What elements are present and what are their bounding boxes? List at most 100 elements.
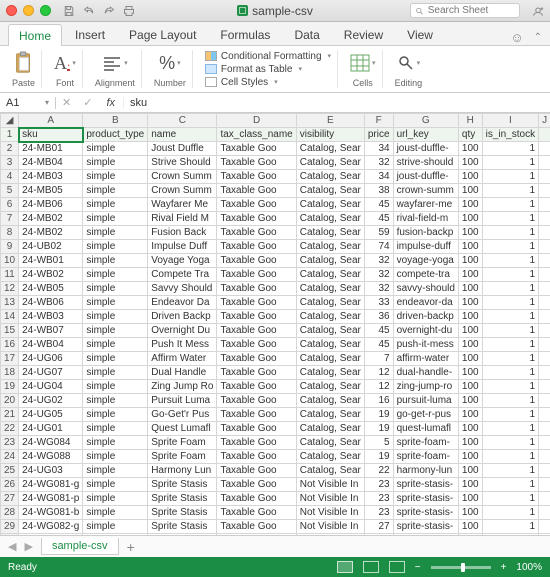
cell[interactable]: sprite-stasis- xyxy=(393,478,458,492)
cell[interactable]: Sprite Stasis xyxy=(148,492,217,506)
cell[interactable]: Not Visible In xyxy=(296,492,364,506)
row-header[interactable]: 17 xyxy=(1,352,19,366)
row-header[interactable]: 24 xyxy=(1,450,19,464)
cell[interactable]: strive-should xyxy=(393,156,458,170)
cell[interactable] xyxy=(539,422,550,436)
cell[interactable]: simple xyxy=(83,352,148,366)
format-as-table-button[interactable]: Format as Table▾ xyxy=(205,64,331,75)
cell[interactable]: Taxable Goo xyxy=(217,156,296,170)
cell[interactable]: 1 xyxy=(482,184,538,198)
cell[interactable]: Taxable Goo xyxy=(217,212,296,226)
page-break-view-icon[interactable] xyxy=(389,561,405,573)
cell[interactable] xyxy=(539,240,550,254)
column-header-F[interactable]: F xyxy=(364,114,393,128)
cell-styles-button[interactable]: Cell Styles▾ xyxy=(205,77,331,88)
row-header[interactable]: 10 xyxy=(1,254,19,268)
cell[interactable]: Not Visible In xyxy=(296,534,364,536)
cell[interactable]: 32 xyxy=(364,156,393,170)
cell[interactable]: 24-MB05 xyxy=(19,184,83,198)
cell[interactable]: 100 xyxy=(458,212,482,226)
cell[interactable]: Catalog, Sear xyxy=(296,310,364,324)
sheet-tab[interactable]: sample-csv xyxy=(41,538,119,555)
cell[interactable]: Rival Field M xyxy=(148,212,217,226)
cell[interactable]: wayfarer-me xyxy=(393,198,458,212)
save-icon[interactable] xyxy=(63,5,75,17)
cell[interactable]: 24-MB02 xyxy=(19,212,83,226)
cell[interactable]: Taxable Goo xyxy=(217,408,296,422)
cell[interactable]: Push It Mess xyxy=(148,338,217,352)
cell[interactable]: product_type xyxy=(83,128,148,142)
cell[interactable]: 100 xyxy=(458,492,482,506)
cell[interactable]: Taxable Goo xyxy=(217,352,296,366)
zoom-out-button[interactable]: − xyxy=(415,562,421,573)
cell[interactable]: 32 xyxy=(364,282,393,296)
cell[interactable]: 100 xyxy=(458,282,482,296)
cell[interactable]: 100 xyxy=(458,142,482,156)
cell[interactable]: overnight-du xyxy=(393,324,458,338)
cell[interactable]: 1 xyxy=(482,534,538,536)
cell[interactable]: simple xyxy=(83,338,148,352)
cell[interactable]: Taxable Goo xyxy=(217,282,296,296)
tab-data[interactable]: Data xyxy=(283,23,330,45)
cell[interactable]: Taxable Goo xyxy=(217,338,296,352)
cell[interactable]: 16 xyxy=(364,394,393,408)
cell[interactable]: simple xyxy=(83,380,148,394)
row-header[interactable]: 30 xyxy=(1,534,19,536)
cell[interactable]: simple xyxy=(83,478,148,492)
cell[interactable]: 24-UG07 xyxy=(19,366,83,380)
cell[interactable]: 1 xyxy=(482,254,538,268)
cell[interactable]: Joust Duffle xyxy=(148,142,217,156)
row-header[interactable]: 4 xyxy=(1,170,19,184)
row-header[interactable]: 3 xyxy=(1,156,19,170)
cell[interactable]: 1 xyxy=(482,506,538,520)
cell[interactable]: sprite-stasis- xyxy=(393,534,458,536)
cell[interactable]: fusion-backp xyxy=(393,226,458,240)
cell[interactable]: 1 xyxy=(482,478,538,492)
cell[interactable]: Catalog, Sear xyxy=(296,380,364,394)
cell[interactable]: harmony-lun xyxy=(393,464,458,478)
cell[interactable] xyxy=(539,394,550,408)
cell[interactable]: Catalog, Sear xyxy=(296,436,364,450)
cell[interactable]: 1 xyxy=(482,520,538,534)
cell[interactable]: 24-UG02 xyxy=(19,394,83,408)
cell[interactable]: 24-WG082-g xyxy=(19,520,83,534)
cell[interactable]: Wayfarer Me xyxy=(148,198,217,212)
cell[interactable]: Taxable Goo xyxy=(217,296,296,310)
cell[interactable]: simple xyxy=(83,142,148,156)
cell[interactable]: 24-UG04 xyxy=(19,380,83,394)
cell[interactable]: 1 xyxy=(482,198,538,212)
cell[interactable]: Quest Lumafl xyxy=(148,422,217,436)
zoom-in-button[interactable]: + xyxy=(501,562,507,573)
cell[interactable]: 100 xyxy=(458,394,482,408)
cell[interactable]: Taxable Goo xyxy=(217,436,296,450)
cell[interactable]: 7 xyxy=(364,352,393,366)
cell[interactable]: endeavor-da xyxy=(393,296,458,310)
cell[interactable]: simple xyxy=(83,156,148,170)
cell[interactable]: simple xyxy=(83,184,148,198)
cell[interactable]: 24-UG01 xyxy=(19,422,83,436)
cell[interactable]: 24-WG081-g xyxy=(19,478,83,492)
undo-icon[interactable] xyxy=(83,5,95,17)
cell[interactable]: Catalog, Sear xyxy=(296,254,364,268)
cell[interactable]: joust-duffle- xyxy=(393,142,458,156)
cell[interactable]: 24-WB03 xyxy=(19,310,83,324)
cell[interactable] xyxy=(539,324,550,338)
cell[interactable] xyxy=(539,184,550,198)
cell[interactable]: sprite-stasis- xyxy=(393,506,458,520)
cell[interactable]: Catalog, Sear xyxy=(296,184,364,198)
cell[interactable]: 45 xyxy=(364,324,393,338)
cell[interactable]: Compete Tra xyxy=(148,268,217,282)
cell[interactable]: 1 xyxy=(482,408,538,422)
cell[interactable]: 1 xyxy=(482,492,538,506)
column-header-C[interactable]: C xyxy=(148,114,217,128)
cell[interactable]: Catalog, Sear xyxy=(296,352,364,366)
cell[interactable]: 24-MB01 xyxy=(19,142,83,156)
cell[interactable]: Catalog, Sear xyxy=(296,450,364,464)
cell[interactable]: simple xyxy=(83,408,148,422)
cell[interactable]: 1 xyxy=(482,226,538,240)
cell[interactable]: Catalog, Sear xyxy=(296,324,364,338)
cell[interactable]: 100 xyxy=(458,198,482,212)
cell[interactable]: Catalog, Sear xyxy=(296,422,364,436)
cell[interactable]: Taxable Goo xyxy=(217,240,296,254)
cell[interactable]: 100 xyxy=(458,184,482,198)
